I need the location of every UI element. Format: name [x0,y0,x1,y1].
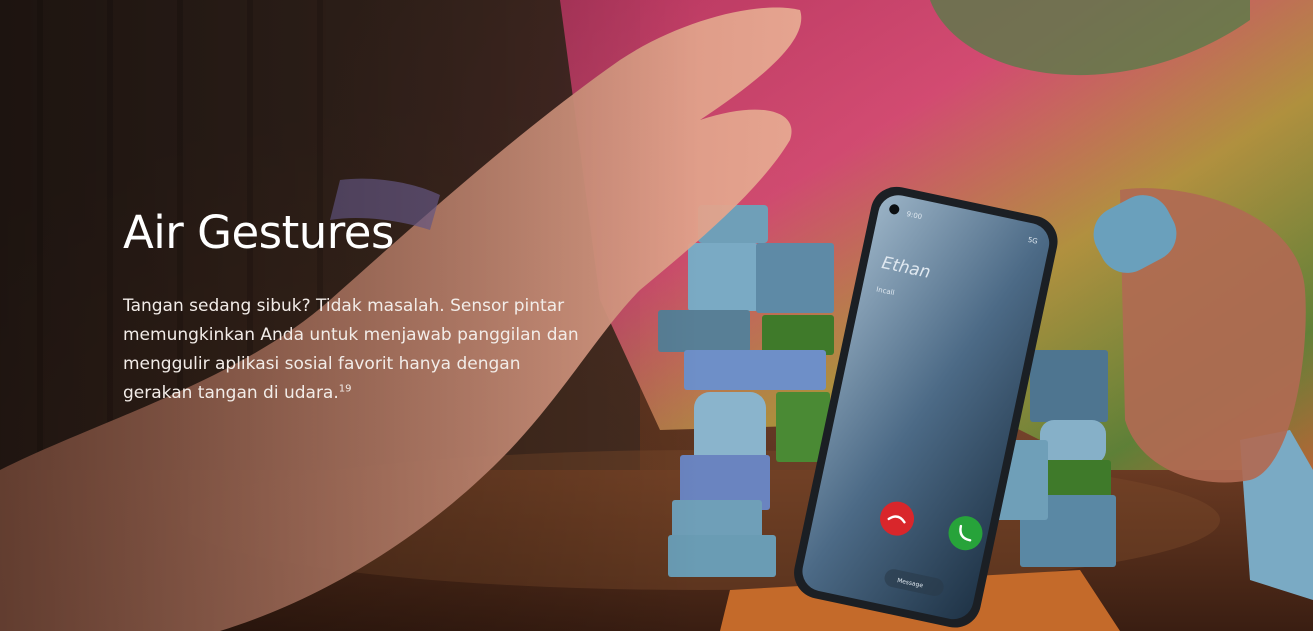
accept-call-icon [959,524,972,542]
section-description: Tangan sedang sibuk? Tidak masalah. Sens… [123,292,593,408]
air-gestures-hero: 9:00 5G Ethan Incall Message Air Gesture… [0,0,1313,631]
section-title: Air Gestures [123,206,394,259]
message-label: Message [896,577,923,589]
phone-time: 9:00 [906,210,923,221]
footnote-marker: 19 [338,382,352,394]
feature-copy: Air Gestures Tangan sedang sibuk? Tidak … [123,208,593,408]
decline-call-icon [887,515,906,524]
call-status-label: Incall [875,285,895,297]
caller-name: Ethan [880,253,932,283]
phone-network-status: 5G [1027,236,1038,246]
